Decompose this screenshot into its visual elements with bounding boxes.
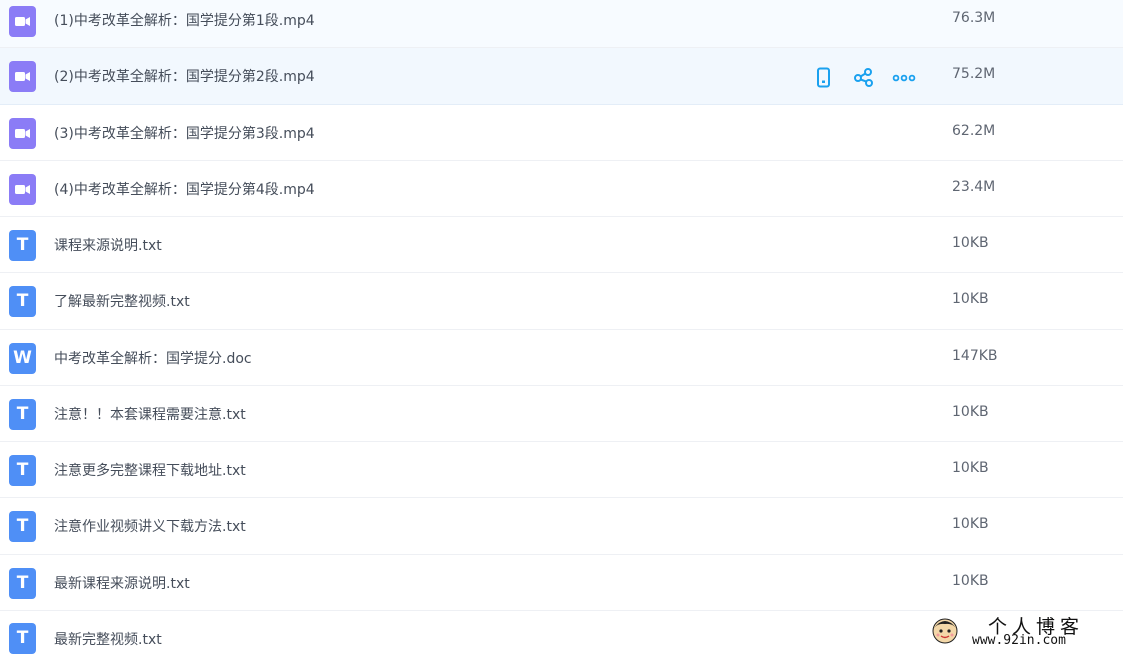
blog-watermark: 个人博客 www.92in.com (928, 612, 1108, 652)
text-file-icon: T (9, 623, 36, 654)
file-row[interactable]: (1)中考改革全解析：国学提分第1段.mp4 76.3M (0, 0, 1123, 48)
file-size: 147KB (952, 348, 998, 364)
file-name[interactable]: 中考改革全解析：国学提分.doc (54, 348, 252, 368)
video-file-icon (9, 174, 36, 205)
share-icon[interactable] (852, 66, 876, 90)
video-file-icon (9, 118, 36, 149)
file-row[interactable]: (3)中考改革全解析：国学提分第3段.mp4 62.2M (0, 105, 1123, 161)
text-file-icon: T (9, 286, 36, 317)
file-name[interactable]: (2)中考改革全解析：国学提分第2段.mp4 (54, 66, 315, 86)
text-file-icon: T (9, 399, 36, 430)
file-size: 76.3M (952, 10, 996, 26)
file-size: 10KB (952, 291, 989, 307)
file-row[interactable]: T 最新课程来源说明.txt 10KB (0, 555, 1123, 611)
file-size: 10KB (952, 573, 989, 589)
more-icon[interactable] (892, 66, 916, 90)
file-row[interactable]: (4)中考改革全解析：国学提分第4段.mp4 23.4M (0, 161, 1123, 217)
text-file-icon: T (9, 455, 36, 486)
file-name[interactable]: 课程来源说明.txt (54, 235, 162, 255)
text-file-icon: T (9, 511, 36, 542)
file-name[interactable]: (1)中考改革全解析：国学提分第1段.mp4 (54, 10, 315, 30)
file-size: 10KB (952, 404, 989, 420)
video-file-icon (9, 61, 36, 92)
file-size: 10KB (952, 516, 989, 532)
file-size: 10KB (952, 235, 989, 251)
file-name[interactable]: (4)中考改革全解析：国学提分第4段.mp4 (54, 179, 315, 199)
file-name[interactable]: 注意！！本套课程需要注意.txt (54, 404, 246, 424)
file-name[interactable]: 了解最新完整视频.txt (54, 291, 190, 311)
mobile-icon[interactable] (812, 66, 836, 90)
file-row[interactable]: (2)中考改革全解析：国学提分第2段.mp4 75.2M (0, 48, 1123, 105)
file-name[interactable]: (3)中考改革全解析：国学提分第3段.mp4 (54, 123, 315, 143)
file-row[interactable]: T 了解最新完整视频.txt 10KB (0, 273, 1123, 330)
file-name[interactable]: 注意作业视频讲义下载方法.txt (54, 516, 246, 536)
file-name[interactable]: 注意更多完整课程下载地址.txt (54, 460, 246, 480)
file-row[interactable]: W 中考改革全解析：国学提分.doc 147KB (0, 330, 1123, 386)
text-file-icon: T (9, 568, 36, 599)
file-row[interactable]: T 注意！！本套课程需要注意.txt 10KB (0, 386, 1123, 442)
file-row[interactable]: T 注意更多完整课程下载地址.txt 10KB (0, 442, 1123, 498)
file-name[interactable]: 最新完整视频.txt (54, 629, 162, 649)
file-list: (1)中考改革全解析：国学提分第1段.mp4 76.3M (2)中考改革全解析：… (0, 0, 1123, 654)
file-size: 75.2M (952, 66, 996, 82)
cartoon-avatar-icon (932, 618, 958, 644)
file-size: 23.4M (952, 179, 996, 195)
file-row[interactable]: T 注意作业视频讲义下载方法.txt 10KB (0, 498, 1123, 555)
file-size: 62.2M (952, 123, 996, 139)
word-file-icon: W (9, 343, 36, 374)
file-row[interactable]: T 课程来源说明.txt 10KB (0, 217, 1123, 273)
text-file-icon: T (9, 230, 36, 261)
watermark-url: www.92in.com (972, 633, 1066, 648)
file-size: 10KB (952, 460, 989, 476)
video-file-icon (9, 6, 36, 37)
file-name[interactable]: 最新课程来源说明.txt (54, 573, 190, 593)
